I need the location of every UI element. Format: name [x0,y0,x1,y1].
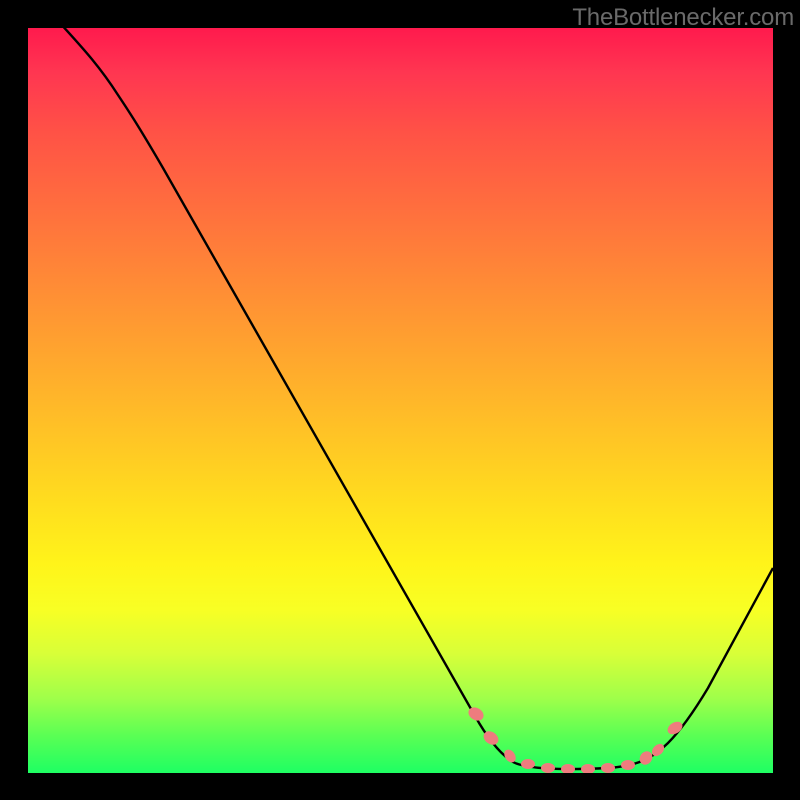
chart-frame: TheBottlenecker.com [0,0,800,800]
curve-svg [28,28,773,773]
bottleneck-curve [28,28,773,769]
watermark-text: TheBottlenecker.com [572,4,794,32]
plot-area [28,28,773,773]
marker-group [466,705,685,773]
